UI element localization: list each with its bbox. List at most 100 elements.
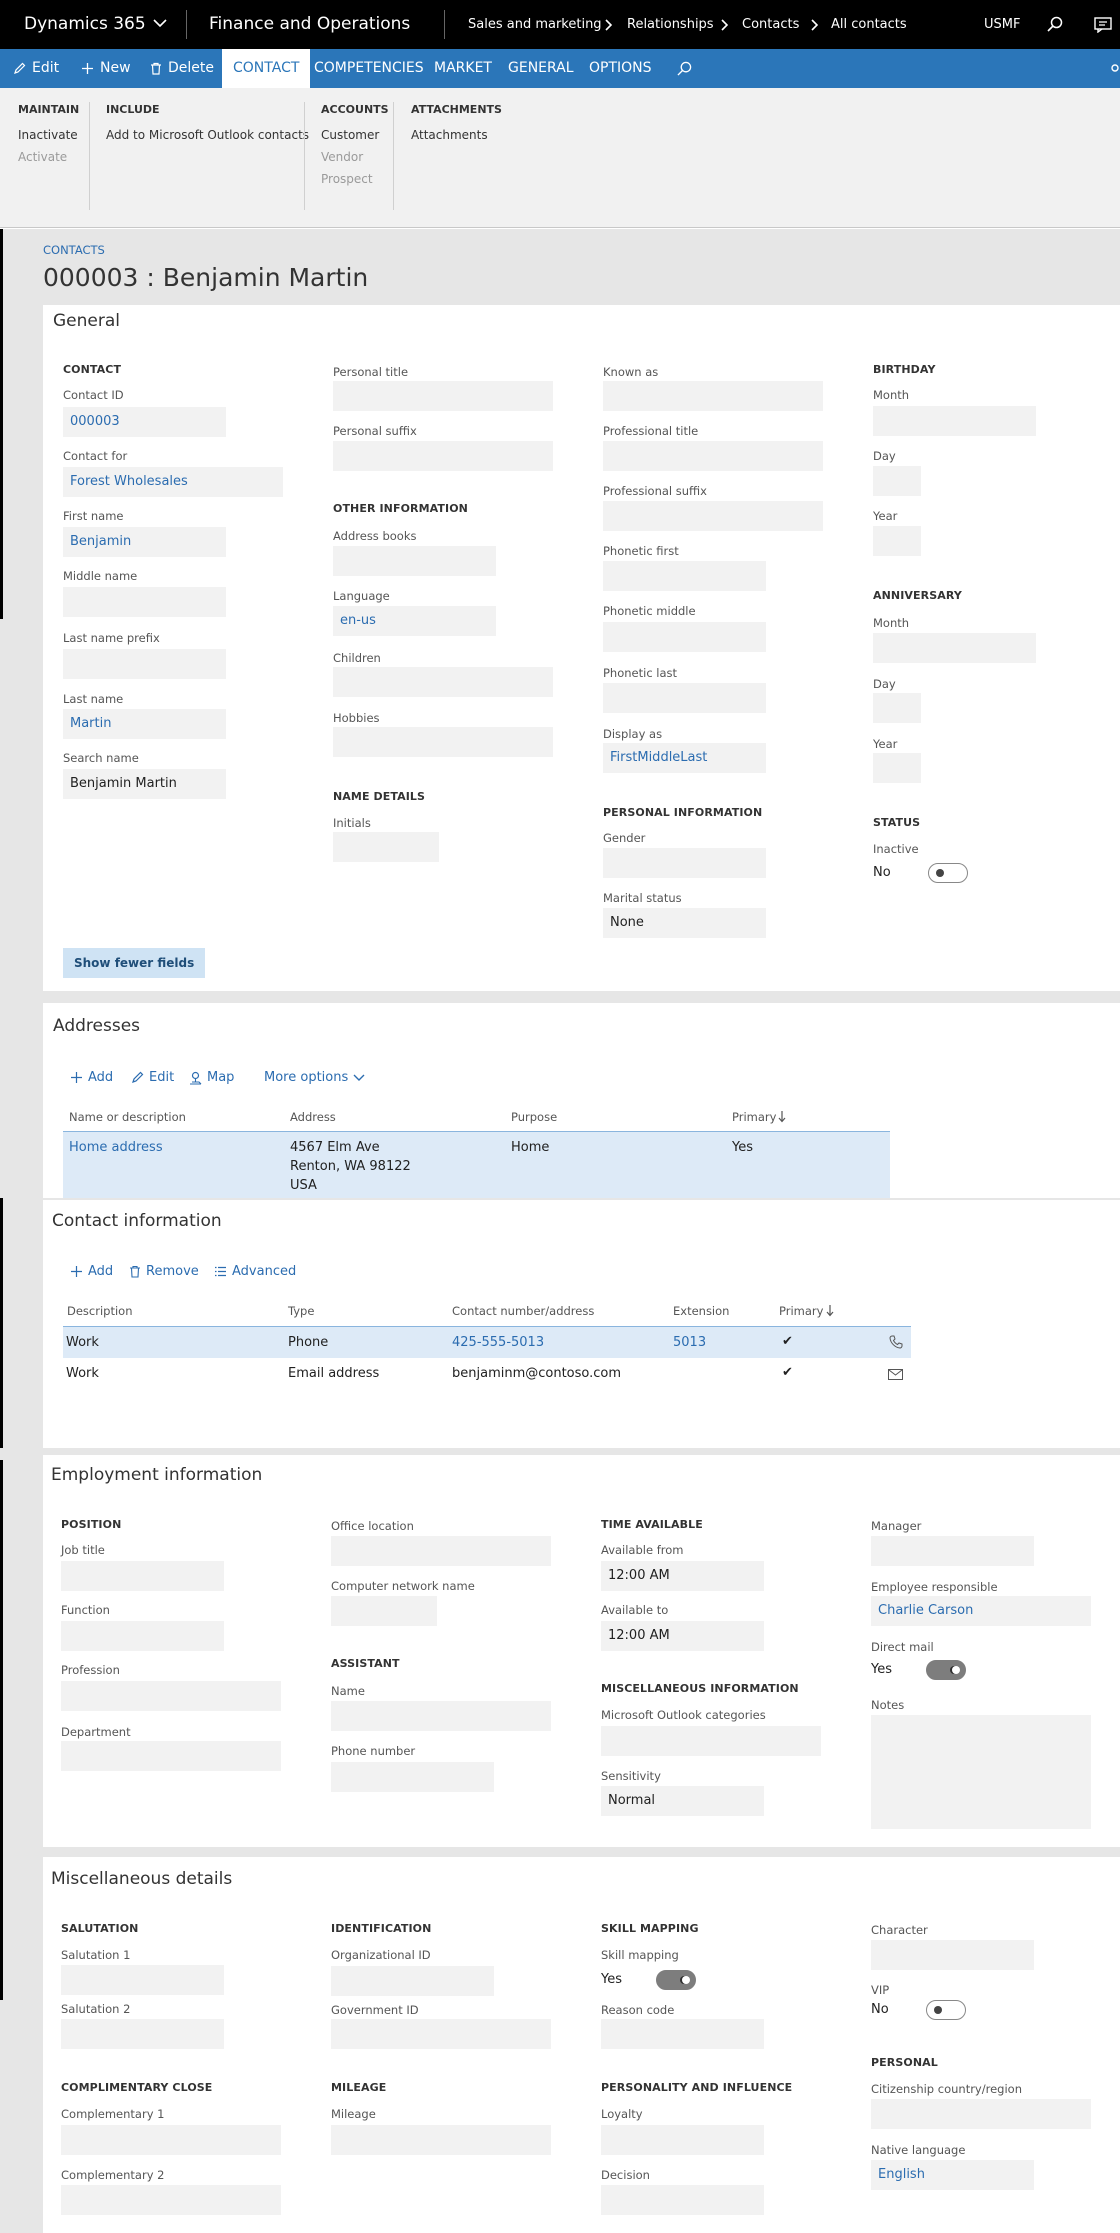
reason-code-field[interactable] (601, 2019, 764, 2049)
tab-market[interactable]: MARKET (434, 49, 492, 88)
known-as-field[interactable] (603, 381, 823, 411)
personal-suffix-field[interactable] (333, 441, 553, 471)
activate-button[interactable]: Activate (18, 150, 67, 164)
inactivate-button[interactable]: Inactivate (18, 128, 78, 142)
add-to-outlook-button[interactable]: Add to Microsoft Outlook contacts (106, 128, 309, 142)
address-edit-button[interactable]: Edit (131, 1070, 174, 1085)
salutation-2-field[interactable] (61, 2019, 224, 2049)
contact-number-cell[interactable]: 425-555-5013 (452, 1333, 544, 1352)
professional-suffix-field[interactable] (603, 501, 823, 531)
message-icon[interactable] (1094, 17, 1112, 33)
birthday-year-field[interactable] (873, 526, 921, 556)
attachments-button[interactable]: Attachments (411, 128, 488, 142)
column-header-description[interactable]: Description (67, 1304, 133, 1318)
breadcrumb-contacts[interactable]: Contacts (742, 17, 799, 32)
phonetic-first-field[interactable] (603, 561, 766, 591)
contact-add-button[interactable]: Add (70, 1264, 113, 1279)
anniversary-month-field[interactable] (873, 633, 1036, 663)
new-button[interactable]: New (81, 49, 131, 88)
contact-extension-cell[interactable]: 5013 (673, 1333, 706, 1352)
office-location-field[interactable] (331, 1536, 551, 1566)
anniversary-year-field[interactable] (873, 753, 921, 783)
mileage-field[interactable] (331, 2125, 551, 2155)
phonetic-middle-field[interactable] (603, 622, 766, 652)
complementary-1-field[interactable] (61, 2125, 281, 2155)
personal-title-field[interactable] (333, 381, 553, 411)
middle-name-field[interactable] (63, 587, 226, 617)
customer-button[interactable]: Customer (321, 128, 379, 142)
gender-field[interactable] (603, 848, 766, 878)
birthday-month-field[interactable] (873, 406, 1036, 436)
page-caption[interactable]: CONTACTS (43, 243, 105, 257)
company-selector[interactable]: USMF (984, 17, 1020, 32)
complementary-2-field[interactable] (61, 2185, 281, 2215)
assistant-phone-field[interactable] (331, 1762, 494, 1792)
column-header-type[interactable]: Type (288, 1304, 314, 1318)
address-books-field[interactable] (333, 546, 496, 576)
contact-information-section-title[interactable]: Contact information (52, 1211, 222, 1231)
miscellaneous-details-section-title[interactable]: Miscellaneous details (51, 1869, 232, 1889)
vip-toggle[interactable] (926, 2000, 966, 2020)
phone-icon[interactable] (889, 1335, 903, 1349)
address-more-options-button[interactable]: More options (264, 1070, 365, 1085)
birthday-day-field[interactable] (873, 466, 921, 496)
tab-competencies[interactable]: COMPETENCIES (314, 49, 424, 88)
breadcrumb-relationships[interactable]: Relationships (627, 17, 714, 32)
citizenship-field[interactable] (871, 2099, 1091, 2129)
native-language-field[interactable]: English (871, 2160, 1034, 2190)
skill-mapping-toggle[interactable] (656, 1970, 696, 1990)
address-map-button[interactable]: Map (189, 1070, 234, 1085)
profession-field[interactable] (61, 1681, 281, 1711)
search-actions-icon[interactable] (677, 61, 692, 76)
table-row[interactable] (63, 1131, 890, 1198)
hobbies-field[interactable] (333, 727, 553, 757)
app-name[interactable]: Dynamics 365 (24, 14, 146, 34)
notes-field[interactable] (871, 1715, 1091, 1829)
contact-for-field[interactable]: Forest Wholesales (63, 467, 283, 497)
direct-mail-toggle[interactable] (926, 1660, 966, 1680)
column-header-primary[interactable]: Primary (779, 1304, 823, 1318)
organizational-id-field[interactable] (331, 1966, 494, 1996)
column-header-contact-number[interactable]: Contact number/address (452, 1304, 594, 1318)
marital-status-field[interactable]: None (603, 908, 766, 938)
column-header-name[interactable]: Name or description (69, 1110, 186, 1124)
contact-advanced-button[interactable]: Advanced (214, 1264, 296, 1279)
search-icon[interactable] (1047, 16, 1063, 32)
breadcrumb-sales-marketing[interactable]: Sales and marketing (468, 17, 602, 32)
edit-button[interactable]: Edit (13, 49, 59, 88)
computer-network-name-field[interactable] (331, 1596, 437, 1626)
delete-button[interactable]: Delete (150, 49, 214, 88)
anniversary-day-field[interactable] (873, 693, 921, 723)
phonetic-last-field[interactable] (603, 683, 766, 713)
show-fewer-fields-button[interactable]: Show fewer fields (63, 948, 206, 978)
first-name-field[interactable]: Benjamin (63, 527, 226, 557)
outlook-categories-field[interactable] (601, 1726, 821, 1756)
tab-contact[interactable]: CONTACT (222, 49, 311, 88)
assistant-name-field[interactable] (331, 1701, 551, 1731)
children-field[interactable] (333, 667, 553, 697)
professional-title-field[interactable] (603, 441, 823, 471)
government-id-field[interactable] (331, 2019, 551, 2049)
available-to-field[interactable]: 12:00 AM (601, 1621, 764, 1651)
general-section-title[interactable]: General (53, 311, 120, 331)
loyalty-field[interactable] (601, 2125, 764, 2155)
column-header-purpose[interactable]: Purpose (511, 1110, 557, 1124)
search-name-field[interactable]: Benjamin Martin (63, 769, 226, 799)
contact-remove-button[interactable]: Remove (129, 1264, 199, 1279)
employee-responsible-field[interactable]: Charlie Carson (871, 1596, 1091, 1626)
display-as-field[interactable]: FirstMiddleLast (603, 743, 766, 773)
salutation-1-field[interactable] (61, 1965, 224, 1995)
breadcrumb-all-contacts[interactable]: All contacts (831, 17, 907, 32)
last-name-field[interactable]: Martin (63, 709, 226, 739)
tab-options[interactable]: OPTIONS (589, 49, 652, 88)
chevron-down-icon[interactable] (153, 18, 167, 28)
job-title-field[interactable] (61, 1561, 224, 1591)
address-name-cell[interactable]: Home address (69, 1138, 163, 1157)
mail-icon[interactable] (888, 1369, 903, 1380)
function-field[interactable] (61, 1621, 224, 1651)
address-add-button[interactable]: Add (70, 1070, 113, 1085)
contact-id-field[interactable]: 000003 (63, 407, 226, 437)
department-field[interactable] (61, 1741, 281, 1771)
character-field[interactable] (871, 1940, 1034, 1970)
settings-icon[interactable] (1110, 63, 1120, 73)
